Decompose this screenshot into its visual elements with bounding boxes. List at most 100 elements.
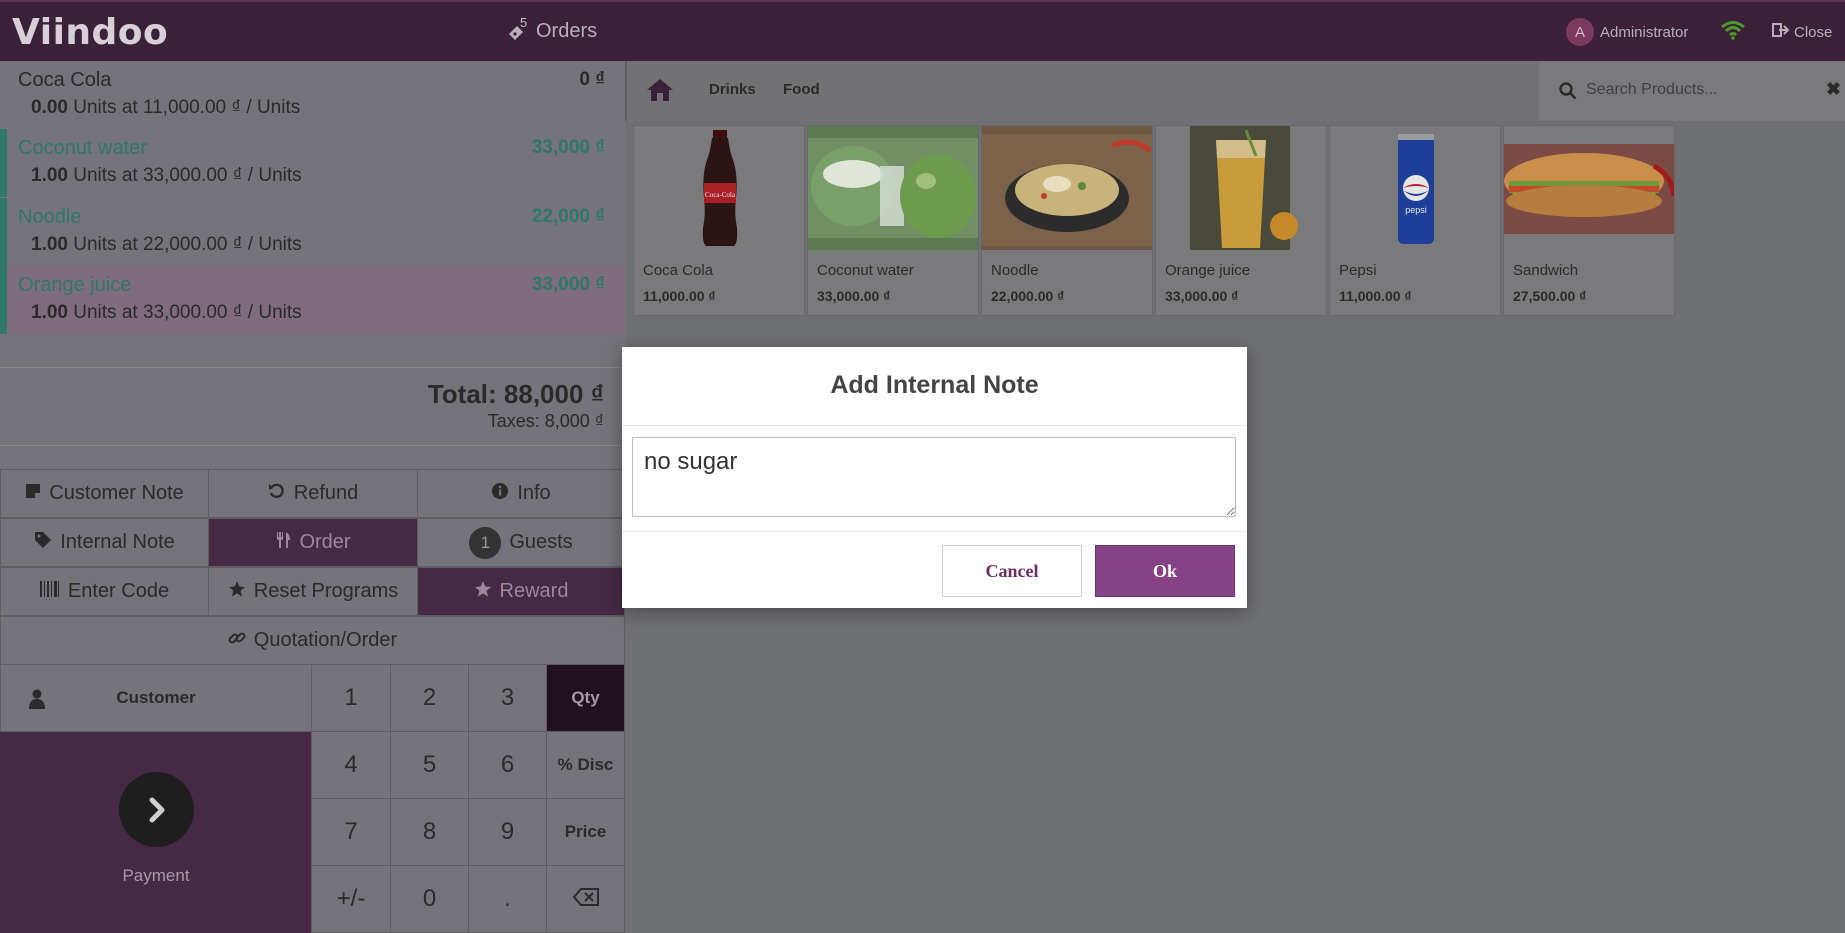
- category-drinks[interactable]: Drinks: [709, 81, 756, 98]
- product-price: 22,000.00 ₫: [991, 288, 1065, 304]
- numpad-key-2[interactable]: 2: [390, 664, 469, 732]
- search-input[interactable]: Search Products... ✖: [1539, 61, 1845, 121]
- cutlery-icon: [275, 531, 291, 554]
- quotation-order-button[interactable]: Quotation/Order: [0, 616, 625, 665]
- product-image-sandwich: [1504, 126, 1674, 250]
- order-line-price: 33,000 ₫: [531, 274, 605, 295]
- ok-button[interactable]: Ok: [1095, 545, 1235, 597]
- sign-out-icon: [1772, 22, 1790, 42]
- order-line-detail: 1.00 Units at 33,000.00 ₫ / Units: [31, 165, 302, 186]
- home-icon[interactable]: [645, 77, 675, 108]
- backspace-icon: [572, 885, 599, 913]
- search-placeholder: Search Products...: [1586, 81, 1718, 98]
- order-line-detail: 1.00 Units at 33,000.00 ₫ / Units: [31, 302, 302, 323]
- order-line-name: Orange juice: [18, 274, 132, 296]
- order-line[interactable]: Coca Cola 0 ₫ 0.00 Units at 11,000.00 ₫ …: [0, 61, 625, 129]
- divider: [622, 531, 1247, 532]
- category-food[interactable]: Food: [783, 81, 820, 98]
- note-icon: [25, 483, 41, 504]
- order-total: Total: 88,000 ₫: [427, 379, 604, 409]
- product-card[interactable]: Coca-Cola Coca Cola 11,000.00 ₫: [633, 125, 805, 316]
- close-button[interactable]: Close: [1772, 22, 1832, 42]
- divider: [622, 425, 1247, 426]
- product-price: 33,000.00 ₫: [817, 288, 891, 304]
- numpad-key-plus-minus[interactable]: +/-: [311, 865, 391, 933]
- product-name: Noodle: [991, 262, 1039, 279]
- product-image-noodle: [982, 126, 1152, 250]
- internal-note-button[interactable]: Internal Note: [0, 518, 209, 567]
- ticket-icon: 5: [506, 15, 528, 43]
- product-card[interactable]: Coconut water 33,000.00 ₫: [807, 125, 979, 316]
- order-button[interactable]: Order: [208, 518, 418, 567]
- product-card[interactable]: pepsi Pepsi 11,000.00 ₫: [1329, 125, 1501, 316]
- reset-programs-button[interactable]: Reset Programs: [208, 567, 418, 616]
- numpad-mode-discount[interactable]: % Disc: [546, 731, 625, 799]
- user-icon: [29, 689, 45, 714]
- undo-icon: [268, 482, 286, 505]
- numpad-mode-qty[interactable]: Qty: [546, 664, 625, 732]
- numpad-key-1[interactable]: 1: [311, 664, 391, 732]
- product-card[interactable]: Orange juice 33,000.00 ₫: [1155, 125, 1327, 316]
- order-lines: Coca Cola 0 ₫ 0.00 Units at 11,000.00 ₫ …: [0, 61, 625, 336]
- clear-search-icon[interactable]: ✖: [1826, 79, 1841, 100]
- order-line[interactable]: Noodle 22,000 ₫ 1.00 Units at 22,000.00 …: [0, 198, 625, 266]
- numpad-key-7[interactable]: 7: [311, 798, 391, 866]
- orders-label: Orders: [536, 20, 598, 42]
- avatar: A: [1566, 18, 1594, 46]
- top-bar: Viindoo 5 Orders A Administrator Close: [0, 0, 1845, 61]
- numpad-key-3[interactable]: 3: [468, 664, 547, 732]
- user-menu[interactable]: A Administrator: [1566, 18, 1688, 46]
- product-price: 33,000.00 ₫: [1165, 288, 1239, 304]
- link-icon: [228, 629, 246, 652]
- customer-note-button[interactable]: Customer Note: [0, 469, 209, 518]
- search-icon: [1559, 82, 1577, 105]
- cancel-button[interactable]: Cancel: [942, 545, 1082, 597]
- order-line-name: Noodle: [18, 206, 82, 228]
- user-name: Administrator: [1600, 23, 1689, 41]
- product-image-orange-juice: [1156, 126, 1326, 250]
- product-price: 11,000.00 ₫: [1339, 288, 1412, 304]
- refund-button[interactable]: Refund: [208, 469, 418, 518]
- numpad-key-9[interactable]: 9: [468, 798, 547, 866]
- numpad-key-4[interactable]: 4: [311, 731, 391, 799]
- orders-button[interactable]: 5 Orders: [506, 15, 598, 43]
- tag-icon: [34, 531, 52, 554]
- numpad-key-decimal[interactable]: .: [468, 865, 547, 933]
- product-name: Orange juice: [1165, 262, 1251, 279]
- order-line-detail: 0.00 Units at 11,000.00 ₫ / Units: [31, 97, 301, 118]
- product-image-coconut-water: [808, 126, 978, 250]
- guests-button[interactable]: 1 Guests: [417, 518, 625, 567]
- numpad-mode-price[interactable]: Price: [546, 798, 625, 866]
- reward-button[interactable]: Reward: [417, 567, 625, 616]
- product-card[interactable]: Sandwich 27,500.00 ₫: [1503, 125, 1675, 316]
- order-line[interactable]: Coconut water 33,000 ₫ 1.00 Units at 33,…: [0, 129, 625, 197]
- divider: [0, 445, 625, 446]
- info-button[interactable]: Info: [417, 469, 625, 518]
- customer-button[interactable]: Customer: [0, 664, 312, 732]
- close-label: Close: [1794, 23, 1833, 41]
- divider: [0, 367, 625, 368]
- numpad-key-8[interactable]: 8: [390, 798, 469, 866]
- note-textarea[interactable]: no sugar: [632, 437, 1236, 517]
- payment-label: Payment: [122, 866, 190, 885]
- internal-note-dialog: Add Internal Note no sugar Cancel Ok: [622, 347, 1247, 608]
- numpad-key-0[interactable]: 0: [390, 865, 469, 933]
- star-icon: [228, 580, 246, 603]
- info-icon: [491, 482, 509, 505]
- numpad-key-6[interactable]: 6: [468, 731, 547, 799]
- category-bar: Drinks Food Search Products... ✖: [625, 61, 1845, 121]
- numpad-key-5[interactable]: 5: [390, 731, 469, 799]
- order-line-name: Coca Cola: [18, 69, 112, 91]
- barcode-icon: [39, 581, 60, 602]
- dialog-title: Add Internal Note: [830, 371, 1039, 399]
- app-logo: Viindoo: [12, 12, 169, 53]
- enter-code-button[interactable]: Enter Code: [0, 567, 209, 616]
- product-card[interactable]: Noodle 22,000.00 ₫: [981, 125, 1153, 316]
- svg-text:Coca-Cola: Coca-Cola: [705, 191, 736, 199]
- numpad-backspace[interactable]: [546, 865, 625, 933]
- product-name: Pepsi: [1339, 262, 1377, 279]
- order-line-price: 33,000 ₫: [531, 137, 605, 158]
- order-line-selected[interactable]: Orange juice 33,000 ₫ 1.00 Units at 33,0…: [0, 266, 625, 334]
- guests-count: 1: [469, 526, 502, 559]
- payment-button[interactable]: Payment: [0, 732, 312, 933]
